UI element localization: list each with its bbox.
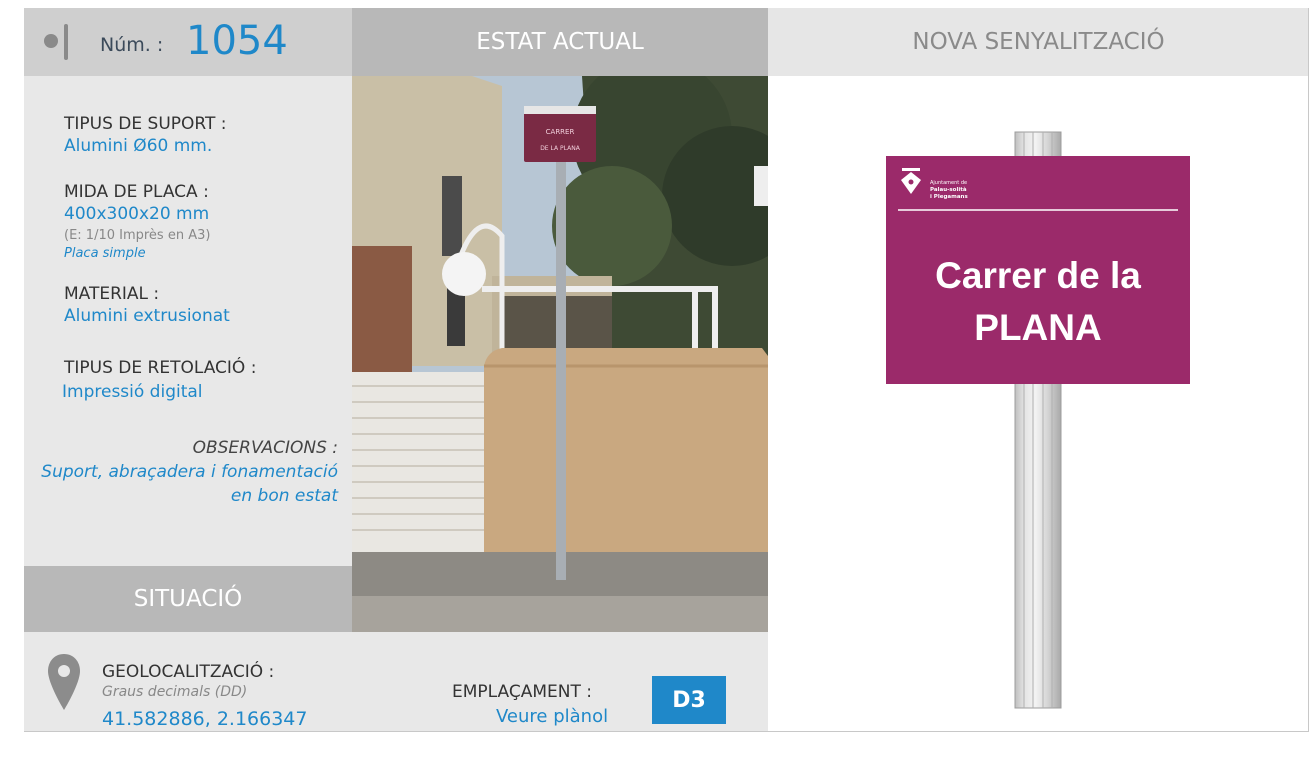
geolocalitzacio-title: GEOLOCALITZACIÓ : bbox=[102, 662, 275, 682]
emplacament-title: EMPLAÇAMENT : bbox=[452, 682, 592, 702]
situacio-header: SITUACIÓ bbox=[24, 566, 352, 632]
material-title: MATERIAL : bbox=[64, 284, 160, 304]
location-pin-icon bbox=[48, 654, 80, 710]
location-panel: GEOLOCALITZACIÓ : Graus decimals (DD) 41… bbox=[24, 632, 768, 732]
marker-bar-icon bbox=[64, 24, 68, 60]
suport-value: Alumini Ø60 mm. bbox=[64, 136, 213, 156]
frame-border-bottom bbox=[24, 731, 1309, 732]
logo-line2: Palau-solità bbox=[930, 186, 967, 193]
logo-line1: Ajuntament de bbox=[930, 180, 967, 186]
geolocalitzacio-value: 41.582886, 2.166347 bbox=[102, 708, 308, 730]
retolacio-value: Impressió digital bbox=[62, 382, 203, 402]
placa-value: 400x300x20 mm bbox=[64, 204, 210, 224]
estat-actual-header: ESTAT ACTUAL bbox=[352, 8, 768, 76]
number-header: Núm. : 1054 bbox=[24, 8, 352, 76]
material-value: Alumini extrusionat bbox=[64, 306, 230, 326]
logo-line3: i Plegamans bbox=[930, 194, 968, 200]
placa-note: (E: 1/10 Imprès en A3) bbox=[64, 228, 211, 243]
nova-senyalitzacio-header: NOVA SENYALITZACIÓ bbox=[768, 8, 1309, 76]
placa-type: Placa simple bbox=[64, 246, 146, 261]
specs-panel: TIPUS DE SUPORT : Alumini Ø60 mm. MIDA D… bbox=[24, 76, 352, 566]
current-state-photo: CARRER DE LA PLANA bbox=[352, 76, 768, 632]
number-label: Núm. : bbox=[100, 34, 164, 56]
sign-title-line2: PLANA bbox=[974, 307, 1101, 348]
frame-border-right bbox=[1308, 8, 1309, 732]
observacions-value: Suport, abraçadera i fonamentació en bon… bbox=[41, 462, 338, 506]
observacions-title: OBSERVACIONS : bbox=[192, 438, 338, 458]
placa-title: MIDA DE PLACA : bbox=[64, 182, 209, 202]
emplacament-link[interactable]: Veure plànol bbox=[496, 706, 608, 727]
number-value: 1054 bbox=[186, 18, 288, 64]
photo-sign-line1: CARRER bbox=[546, 128, 575, 136]
photo-sign-line2: DE LA PLANA bbox=[540, 145, 581, 152]
suport-title: TIPUS DE SUPORT : bbox=[64, 114, 227, 134]
geolocalitzacio-subtitle: Graus decimals (DD) bbox=[102, 684, 248, 700]
fitxa-senyalitzacio: Núm. : 1054 TIPUS DE SUPORT : Alumini Ø6… bbox=[24, 8, 1309, 732]
sign-title-line1: Carrer de la bbox=[935, 255, 1141, 296]
emplacament-code-badge: D3 bbox=[652, 676, 726, 724]
retolacio-title: TIPUS DE RETOLACIÓ : bbox=[64, 358, 257, 378]
new-sign-drawing: Ajuntament de Palau-solità i Plegamans C… bbox=[768, 76, 1309, 732]
marker-dot-icon bbox=[44, 34, 58, 48]
